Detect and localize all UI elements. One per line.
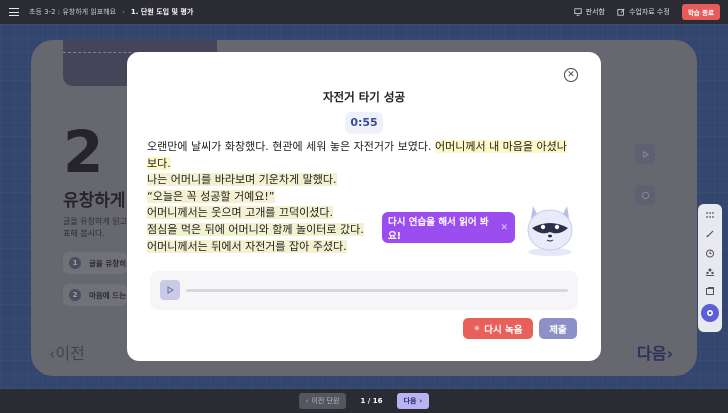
- feedback-text: 다시 연습을 해서 읽어 봐요!: [388, 216, 489, 242]
- grid-icon[interactable]: [703, 209, 717, 221]
- chevron-left-icon: ‹: [305, 397, 309, 405]
- board-label: 판서함: [585, 8, 605, 16]
- story-line: 나는 어머니를 바라보며 기운차게 말했다.: [147, 172, 577, 189]
- story-line: 오랜만에 날씨가 화창했다. 현관에 세워 놓은 자전거가 보였다. 어머니께서…: [147, 139, 577, 156]
- chevron-right-icon: ›: [419, 397, 423, 405]
- end-lesson-button[interactable]: 학습 종료: [681, 4, 720, 20]
- timer-display: 0:55: [345, 112, 383, 134]
- pen-icon[interactable]: [703, 228, 717, 240]
- page-indicator: 1 / 16: [360, 397, 383, 405]
- chevron-right-icon: ›: [122, 8, 125, 16]
- story-line-part-highlighted: 어머니께서 내 마음을 아셨나: [434, 140, 567, 153]
- close-icon[interactable]: ✕: [564, 68, 578, 82]
- story-line-part-highlighted: 보다.: [147, 156, 171, 170]
- record-icon: ✳: [473, 324, 481, 333]
- close-bubble-icon[interactable]: ✕: [500, 223, 508, 233]
- right-toolbar: [698, 204, 722, 332]
- window-icon[interactable]: [703, 285, 717, 297]
- submit-button[interactable]: 제출: [539, 318, 577, 339]
- modal-title: 자전거 타기 성공: [322, 90, 406, 104]
- prev-unit-label: 이전 단원: [311, 397, 340, 405]
- play-button[interactable]: [160, 280, 180, 300]
- next-page-button[interactable]: 다음 ›: [396, 393, 430, 409]
- board-button[interactable]: 판서함: [574, 7, 605, 17]
- breadcrumb[interactable]: 초등 3-2 : 유창하게 읽표해요: [29, 7, 116, 17]
- current-section: 1. 단원 도입 및 평가: [130, 8, 194, 16]
- ai-assistant-icon[interactable]: [701, 304, 719, 322]
- story-line-part-highlighted: 나는 어머니를 바라보며 기운차게 말했다.: [147, 173, 337, 187]
- rerecord-button[interactable]: ✳ 다시 녹음: [463, 318, 533, 339]
- audio-progress-track[interactable]: [186, 289, 568, 292]
- edit-icon: [617, 8, 625, 16]
- audio-player: [150, 271, 578, 310]
- top-bar: 초등 3-2 : 유창하게 읽표해요 › 1. 단원 도입 및 평가 판서함 수…: [0, 0, 728, 24]
- feedback-bubble: 다시 연습을 해서 읽어 봐요! ✕: [382, 212, 515, 243]
- edit-material-label: 수업자료 수정: [628, 8, 670, 16]
- reading-result-modal: ✕ 자전거 타기 성공 0:55 오랜만에 날씨가 화창했다. 현관에 세워 놓…: [127, 52, 601, 361]
- story-line-part-highlighted: “오늘은 꼭 성공할 거예요!”: [147, 189, 275, 203]
- story-line: “오늘은 꼭 성공할 거예요!”: [147, 189, 577, 206]
- raccoon-mascot-icon: [527, 206, 573, 256]
- story-line-part-highlighted: 어머니께서는 뒤에서 자전거를 잡아 주셨다.: [147, 239, 347, 253]
- rerecord-label: 다시 녹음: [484, 324, 523, 336]
- menu-icon[interactable]: [9, 8, 19, 16]
- story-line: 보다.: [147, 156, 577, 173]
- story-line-part: 오랜만에 날씨가 화창했다. 현관에 세워 놓은 자전거가 보였다.: [147, 140, 435, 153]
- next-page-label: 다음: [403, 397, 417, 405]
- story-line-part-highlighted: 점심을 먹은 뒤에 어머니와 함께 놀이터로 갔다.: [147, 222, 364, 236]
- edit-material-button[interactable]: 수업자료 수정: [617, 7, 670, 17]
- play-icon: [167, 286, 174, 294]
- bottom-bar: ‹ 이전 단원 1 / 16 다음 ›: [0, 389, 728, 413]
- story-line-part-highlighted: 어머니께서는 웃으며 고개를 끄덕이셨다.: [147, 206, 334, 220]
- timer-icon[interactable]: [703, 247, 717, 259]
- group-icon[interactable]: [703, 266, 717, 278]
- prev-unit-button[interactable]: ‹ 이전 단원: [298, 393, 347, 409]
- board-icon: [574, 8, 582, 16]
